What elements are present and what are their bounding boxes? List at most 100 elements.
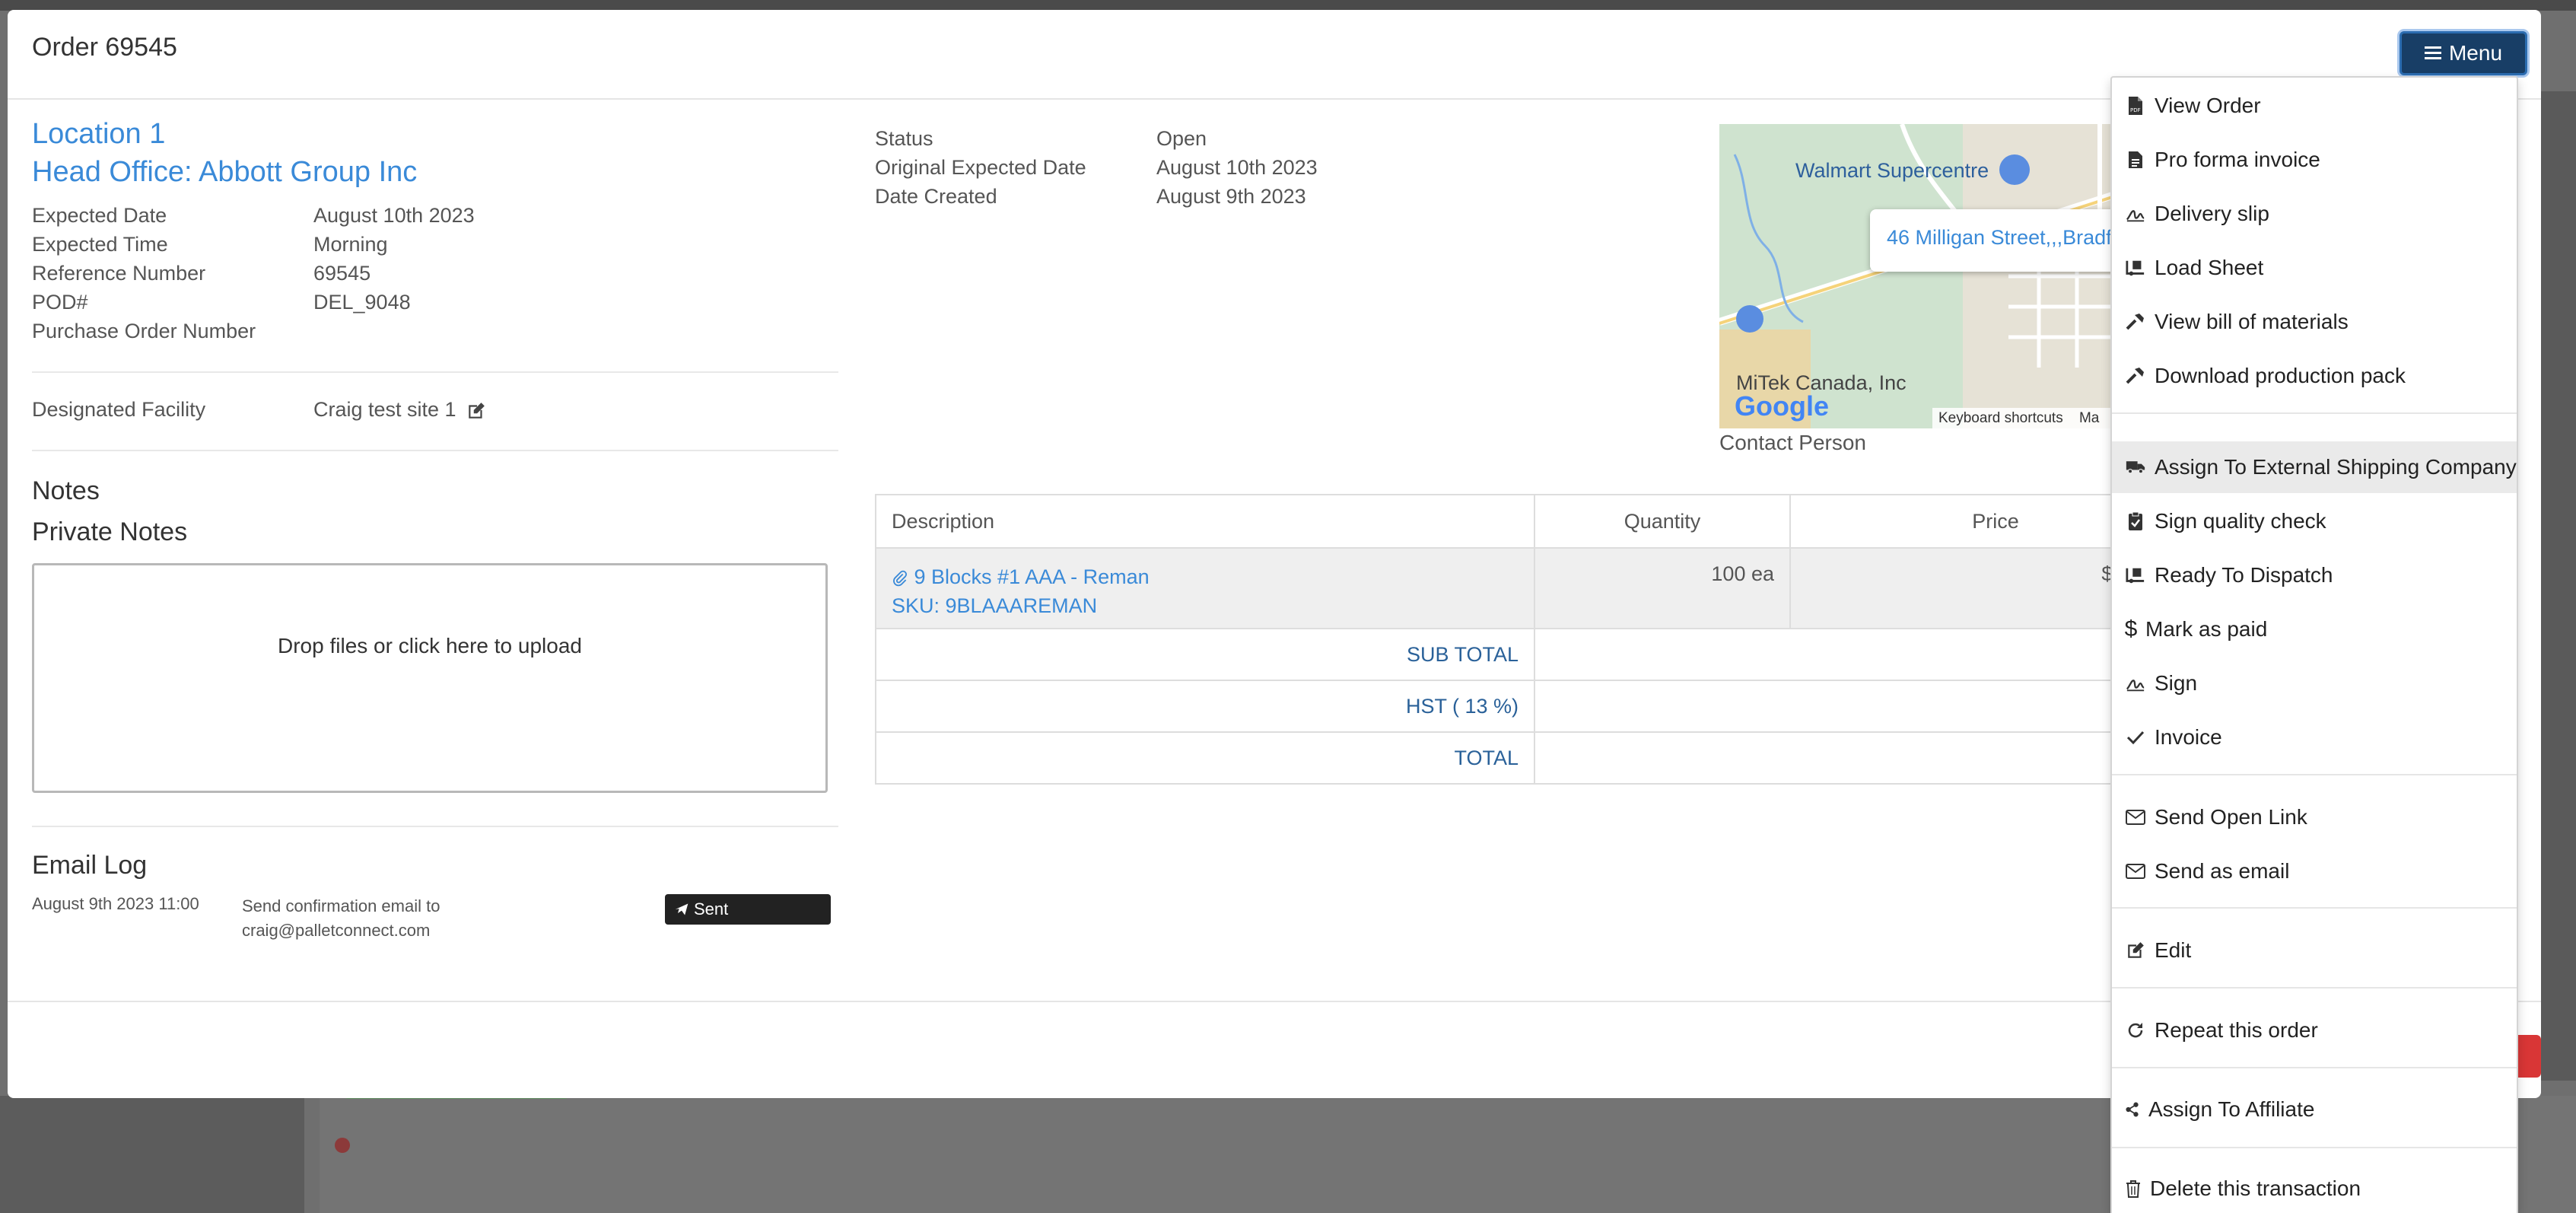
menu-item-edit[interactable]: Edit bbox=[2112, 925, 2517, 976]
menu-item-assign-external-shipping[interactable]: Assign To External Shipping Company bbox=[2112, 441, 2517, 493]
item-sku: SKU: 9BLAAAREMAN bbox=[892, 594, 1098, 617]
truck-loading-icon bbox=[2126, 258, 2145, 278]
truck-loading-icon bbox=[2126, 565, 2145, 585]
check-icon bbox=[2126, 727, 2145, 747]
menu-item-pro-forma-invoice[interactable]: Pro forma invoice bbox=[2112, 134, 2517, 186]
menu-item-label: Delivery slip bbox=[2155, 202, 2269, 225]
pdf-file-icon: PDF bbox=[2126, 96, 2145, 116]
menu-item-delivery-slip[interactable]: Delivery slip bbox=[2112, 188, 2517, 240]
menu-item-delete-transaction[interactable]: Delete this transaction bbox=[2112, 1163, 2517, 1213]
keyboard-shortcuts-link[interactable]: Keyboard shortcuts bbox=[1938, 410, 2063, 426]
clipboard-check-icon bbox=[2126, 511, 2145, 531]
location-map[interactable]: Walmart Supercentre MiTek Canada, Inc 46… bbox=[1719, 124, 2145, 428]
menu-item-label: Ready To Dispatch bbox=[2155, 563, 2333, 587]
date-created-value: August 9th 2023 bbox=[1156, 185, 1306, 208]
status-label: Status bbox=[875, 127, 933, 150]
menu-item-label: Assign To External Shipping Company bbox=[2155, 455, 2517, 479]
menu-item-view-order[interactable]: PDF View Order bbox=[2112, 80, 2517, 132]
divider bbox=[32, 826, 838, 827]
facility-value-wrap: Craig test site 1 bbox=[313, 398, 486, 422]
menu-item-label: Invoice bbox=[2155, 725, 2222, 749]
hamburger-icon bbox=[2424, 46, 2441, 60]
signature-icon bbox=[2126, 673, 2145, 693]
google-logo: Google bbox=[1735, 390, 1829, 422]
dropzone-text: Drop files or click here to upload bbox=[278, 634, 582, 657]
menu-divider bbox=[2112, 1067, 2517, 1068]
notes-heading: Notes bbox=[32, 476, 100, 505]
map-popup-address: 46 Milligan Street,,,Bradfor bbox=[1887, 226, 2130, 249]
document-icon bbox=[2126, 150, 2145, 170]
background-right-edge bbox=[2541, 91, 2576, 1081]
menu-item-label: Sign quality check bbox=[2155, 509, 2326, 533]
menu-divider bbox=[2112, 412, 2517, 414]
menu-item-mark-as-paid[interactable]: $ Mark as paid bbox=[2112, 603, 2517, 655]
menu-item-repeat-order[interactable]: Repeat this order bbox=[2112, 1004, 2517, 1056]
menu-item-label: Edit bbox=[2155, 938, 2192, 962]
redo-icon bbox=[2126, 1020, 2145, 1040]
menu-item-send-open-link[interactable]: Send Open Link bbox=[2112, 791, 2517, 843]
menu-item-ready-to-dispatch[interactable]: Ready To Dispatch bbox=[2112, 549, 2517, 601]
menu-item-download-production-pack[interactable]: Download production pack bbox=[2112, 350, 2517, 402]
menu-divider bbox=[2112, 1147, 2517, 1148]
item-link[interactable]: 9 Blocks #1 AAA - Reman bbox=[876, 562, 1534, 591]
menu-item-label: Send as email bbox=[2155, 859, 2290, 883]
menu-item-label: Send Open Link bbox=[2155, 805, 2307, 829]
pod-label: POD# bbox=[32, 291, 88, 314]
edit-icon bbox=[2126, 941, 2145, 960]
expected-date-value: August 10th 2023 bbox=[313, 204, 475, 227]
actions-dropdown: PDF View Order Pro forma invoice Deliver… bbox=[2110, 76, 2518, 1213]
tax-label: HST ( 13 %) bbox=[875, 680, 1535, 733]
item-description-cell: 9 Blocks #1 AAA - Reman SKU: 9BLAAAREMAN bbox=[875, 547, 1535, 629]
background-topbar bbox=[0, 0, 2576, 11]
map-data-link[interactable]: Ma bbox=[2079, 410, 2099, 426]
email-log-text: Send confirmation email to craig@palletc… bbox=[242, 896, 440, 940]
original-expected-date-value: August 10th 2023 bbox=[1156, 156, 1318, 179]
expected-date-label: Expected Date bbox=[32, 204, 167, 227]
email-sent-badge: Sent bbox=[665, 894, 831, 925]
menu-item-assign-to-affiliate[interactable]: Assign To Affiliate bbox=[2112, 1084, 2517, 1135]
menu-item-view-bill-of-materials[interactable]: View bill of materials bbox=[2112, 296, 2517, 348]
total-label: TOTAL bbox=[875, 731, 1535, 785]
menu-item-invoice[interactable]: Invoice bbox=[2112, 712, 2517, 763]
menu-item-label: View Order bbox=[2155, 94, 2261, 117]
email-log-date: August 9th 2023 11:00 bbox=[32, 894, 199, 913]
file-dropzone[interactable]: Drop files or click here to upload bbox=[32, 563, 828, 793]
menu-item-sign[interactable]: Sign bbox=[2112, 657, 2517, 709]
menu-button[interactable]: Menu bbox=[2399, 31, 2527, 75]
background-status-dot bbox=[335, 1138, 350, 1153]
dollar-icon: $ bbox=[2124, 616, 2138, 642]
svg-text:PDF: PDF bbox=[2130, 107, 2141, 113]
divider bbox=[32, 371, 838, 373]
table-row: 9 Blocks #1 AAA - Reman SKU: 9BLAAAREMAN… bbox=[875, 547, 2202, 629]
menu-item-label: View bill of materials bbox=[2155, 310, 2349, 333]
menu-item-label: Download production pack bbox=[2155, 364, 2406, 387]
paper-plane-icon bbox=[675, 903, 689, 915]
edit-icon[interactable] bbox=[466, 401, 486, 421]
menu-item-send-as-email[interactable]: Send as email bbox=[2112, 845, 2517, 897]
expected-time-label: Expected Time bbox=[32, 233, 168, 256]
tax-value bbox=[1534, 680, 2202, 733]
menu-item-label: Assign To Affiliate bbox=[2148, 1097, 2315, 1121]
map-address-popup[interactable]: 46 Milligan Street,,,Bradfor bbox=[1870, 209, 2145, 272]
trash-icon bbox=[2126, 1179, 2141, 1199]
total-value bbox=[1534, 731, 2202, 785]
subtotal-value bbox=[1534, 628, 2202, 681]
column-header-description: Description bbox=[875, 494, 1535, 549]
menu-item-load-sheet[interactable]: Load Sheet bbox=[2112, 242, 2517, 294]
item-quantity: 100 ea bbox=[1534, 547, 1791, 629]
private-notes-heading: Private Notes bbox=[32, 517, 188, 546]
footer-danger-button[interactable] bbox=[2518, 1035, 2541, 1078]
reference-number-value: 69545 bbox=[313, 262, 371, 285]
location-link[interactable]: Location 1 bbox=[32, 118, 165, 151]
contact-person-label: Contact Person bbox=[1719, 431, 1866, 454]
head-office-link[interactable]: Head Office: Abbott Group Inc bbox=[32, 156, 417, 189]
menu-item-label: Delete this transaction bbox=[2150, 1176, 2361, 1200]
paperclip-icon bbox=[893, 570, 907, 587]
hammer-icon bbox=[2126, 312, 2145, 332]
envelope-icon bbox=[2126, 807, 2145, 827]
signature-icon bbox=[2126, 204, 2145, 224]
order-items-table: Description Quantity Price 9 Blocks #1 A… bbox=[875, 494, 2202, 785]
menu-item-sign-quality-check[interactable]: Sign quality check bbox=[2112, 495, 2517, 547]
facility-value: Craig test site 1 bbox=[313, 398, 456, 421]
envelope-icon bbox=[2126, 861, 2145, 881]
